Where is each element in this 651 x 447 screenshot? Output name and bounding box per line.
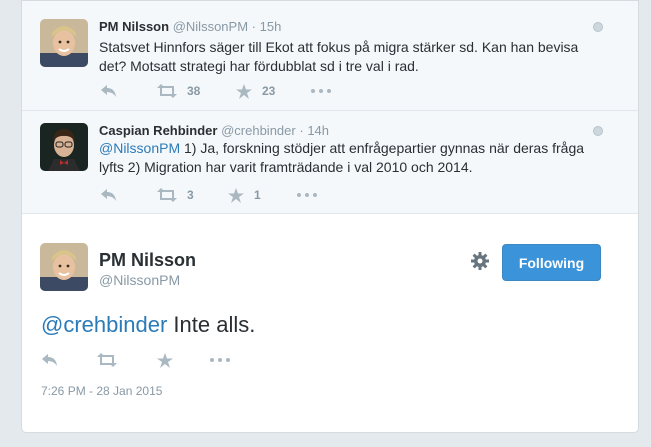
avatar[interactable] [40,19,88,67]
handle[interactable]: @crehbinder [221,123,296,138]
ancestor-tweet[interactable]: PM Nilsson @NilssonPM · 15h Statsvet Hin… [22,1,638,111]
mention-link[interactable]: @NilssonPM [99,140,180,156]
retweet-icon [157,188,177,202]
tweet-actions: 38 23 [101,83,401,99]
gear-icon[interactable] [470,251,490,271]
star-icon [228,187,244,203]
main-tweet-actions [42,352,342,368]
retweet-button[interactable]: 3 [157,187,194,203]
main-handle[interactable]: @NilssonPM [99,272,180,288]
reply-icon [42,354,57,366]
mention-link[interactable]: @crehbinder [41,312,167,337]
tweet-actions: 3 1 [101,187,401,203]
retweet-button[interactable]: 38 [157,83,200,99]
fullname[interactable]: PM Nilsson [99,19,169,34]
separator: · [299,123,304,138]
avatar[interactable] [40,123,88,171]
retweet-button[interactable] [97,352,117,368]
tweet-body: Inte alls. [167,312,256,337]
following-button[interactable]: Following [502,244,601,281]
globe-icon [593,126,603,136]
retweet-count: 3 [187,188,194,202]
reply-icon [101,85,116,97]
main-tweet-text: @crehbinder Inte alls. [41,311,601,339]
fullname[interactable]: Caspian Rehbinder [99,123,217,138]
separator: · [251,19,256,34]
tweet-text: Statsvet Hinnfors säger till Ekot att fo… [99,39,579,74]
tweet-text: @NilssonPM 1) Ja, forskning stödjer att … [99,139,599,177]
favorite-count: 1 [254,188,261,202]
favorite-button[interactable] [157,352,173,368]
tweet-header: Caspian Rehbinder @crehbinder · 14h [99,123,329,138]
timestamp-link[interactable]: 14h [307,123,329,138]
reply-button[interactable] [101,187,117,203]
star-icon [157,352,173,368]
more-button[interactable] [210,352,230,368]
globe-icon [593,22,603,32]
more-button[interactable] [311,83,331,99]
main-fullname[interactable]: PM Nilsson [99,250,196,271]
reply-button[interactable] [101,83,117,99]
reply-icon [101,189,116,201]
retweet-icon [157,84,177,98]
favorite-count: 23 [262,84,276,98]
ancestor-tweet[interactable]: Caspian Rehbinder @crehbinder · 14h @Nil… [22,111,638,214]
main-tweet-header: PM Nilsson [99,250,196,271]
main-tweet-handle-row: @NilssonPM [99,272,180,288]
main-avatar[interactable] [40,243,88,291]
tweet-conversation-panel: PM Nilsson @NilssonPM · 15h Statsvet Hin… [21,0,639,433]
more-icon [311,89,331,93]
star-icon [236,83,252,99]
timestamp-link[interactable]: 15h [260,19,282,34]
tweet-header: PM Nilsson @NilssonPM · 15h [99,19,281,34]
reply-button[interactable] [42,352,58,368]
retweet-count: 38 [187,84,201,98]
tweet-timestamp[interactable]: 7:26 PM - 28 Jan 2015 [41,384,162,398]
handle[interactable]: @NilssonPM [173,19,248,34]
retweet-icon [97,353,117,367]
more-icon [297,193,317,197]
favorite-button[interactable]: 23 [236,83,275,99]
more-button[interactable] [297,187,317,203]
favorite-button[interactable]: 1 [228,187,261,203]
more-icon [210,358,230,362]
